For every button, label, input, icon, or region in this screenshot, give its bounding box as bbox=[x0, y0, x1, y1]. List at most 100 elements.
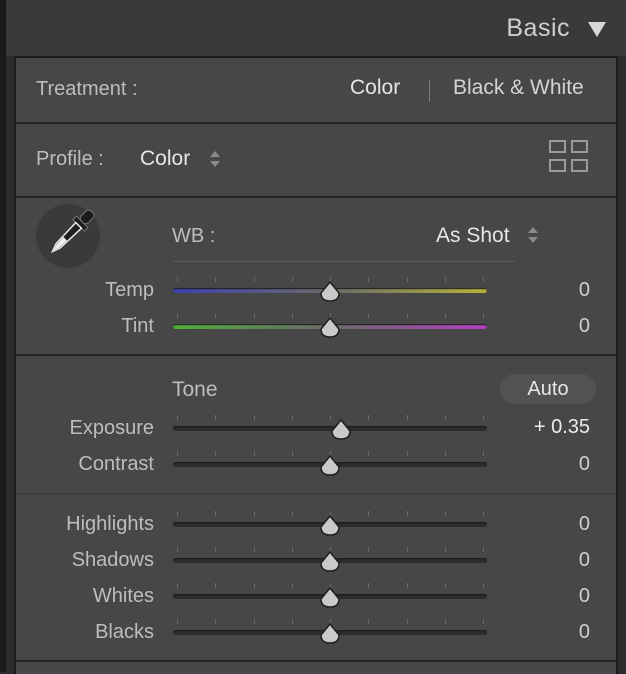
wb-value[interactable]: As Shot bbox=[436, 224, 510, 248]
slider-thumb-icon[interactable] bbox=[318, 281, 342, 303]
slider-tick bbox=[483, 619, 484, 624]
slider-tick bbox=[407, 547, 408, 552]
slider-thumb-icon[interactable] bbox=[318, 455, 342, 477]
slider-tick bbox=[483, 547, 484, 552]
slider-tick bbox=[292, 313, 293, 318]
slider-tick bbox=[177, 313, 178, 318]
slider-tick bbox=[177, 547, 178, 552]
divider bbox=[16, 493, 616, 494]
slider-tick bbox=[368, 277, 369, 282]
slider-thumb-icon[interactable] bbox=[318, 317, 342, 339]
panel-header[interactable]: Basic bbox=[6, 0, 626, 56]
slider-tick bbox=[445, 583, 446, 588]
slider-thumb-icon[interactable] bbox=[318, 623, 342, 645]
treatment-bw-option[interactable]: Black & White bbox=[453, 76, 584, 100]
contrast-slider[interactable] bbox=[173, 451, 487, 478]
exposure-slider[interactable] bbox=[173, 415, 487, 442]
wb-stepper-icon[interactable] bbox=[527, 226, 539, 244]
slider-thumb-icon[interactable] bbox=[318, 515, 342, 537]
slider-tick bbox=[292, 619, 293, 624]
highlights-label: Highlights bbox=[66, 513, 154, 535]
slider-tick bbox=[483, 583, 484, 588]
exposure-value[interactable]: + 0.35 bbox=[534, 416, 590, 439]
slider-tick bbox=[254, 415, 255, 420]
wb-underline bbox=[173, 261, 515, 262]
exposure-label: Exposure bbox=[69, 417, 155, 439]
grid-icon[interactable] bbox=[549, 140, 589, 174]
slider-tick bbox=[368, 313, 369, 318]
slider-tick bbox=[177, 619, 178, 624]
slider-thumb-icon[interactable] bbox=[318, 587, 342, 609]
slider-tick bbox=[292, 583, 293, 588]
wb-label: WB : bbox=[172, 225, 216, 247]
slider-tick bbox=[215, 547, 216, 552]
divider bbox=[16, 660, 616, 662]
slider-tick bbox=[368, 511, 369, 516]
treatment-color-option[interactable]: Color bbox=[350, 76, 400, 100]
temp-value[interactable]: 0 bbox=[579, 279, 590, 302]
slider-tick bbox=[445, 547, 446, 552]
slider-tick bbox=[177, 583, 178, 588]
highlights-value[interactable]: 0 bbox=[579, 513, 590, 536]
blacks-label: Blacks bbox=[95, 621, 154, 643]
slider-tick bbox=[407, 511, 408, 516]
slider-tick bbox=[407, 583, 408, 588]
slider-tick bbox=[215, 451, 216, 456]
slider-tick bbox=[177, 415, 178, 420]
treatment-label: Treatment : bbox=[36, 78, 138, 100]
slider-tick bbox=[215, 583, 216, 588]
profile-label: Profile : bbox=[36, 148, 104, 170]
slider-tick bbox=[445, 277, 446, 282]
slider-thumb-icon[interactable] bbox=[318, 551, 342, 573]
divider bbox=[16, 354, 616, 356]
whites-value[interactable]: 0 bbox=[579, 585, 590, 608]
auto-button[interactable]: Auto bbox=[500, 374, 596, 404]
slider-tick bbox=[368, 619, 369, 624]
slider-tick bbox=[215, 415, 216, 420]
slider-tick bbox=[254, 511, 255, 516]
tint-slider[interactable] bbox=[173, 313, 487, 340]
slider-tick bbox=[254, 451, 255, 456]
slider-tick bbox=[177, 277, 178, 282]
slider-tick bbox=[215, 619, 216, 624]
slider-tick bbox=[407, 415, 408, 420]
slider-tick bbox=[483, 277, 484, 282]
slider-tick bbox=[215, 277, 216, 282]
slider-tick bbox=[215, 313, 216, 318]
slider-tick bbox=[445, 451, 446, 456]
slider-tick bbox=[483, 313, 484, 318]
triangle-down-icon[interactable] bbox=[586, 20, 608, 38]
divider bbox=[16, 122, 616, 124]
slider-tick bbox=[483, 415, 484, 420]
slider-tick bbox=[445, 619, 446, 624]
slider-thumb-icon[interactable] bbox=[329, 419, 353, 441]
eyedropper-icon[interactable] bbox=[36, 204, 100, 268]
profile-stepper-icon[interactable] bbox=[209, 150, 221, 168]
profile-value[interactable]: Color bbox=[140, 147, 190, 171]
whites-label: Whites bbox=[92, 585, 154, 607]
temp-slider[interactable] bbox=[173, 277, 487, 304]
whites-slider[interactable] bbox=[173, 583, 487, 610]
slider-tick bbox=[368, 451, 369, 456]
slider-tick bbox=[254, 619, 255, 624]
contrast-value[interactable]: 0 bbox=[579, 453, 590, 476]
blacks-value[interactable]: 0 bbox=[579, 621, 590, 644]
shadows-value[interactable]: 0 bbox=[579, 549, 590, 572]
wb-picker[interactable] bbox=[36, 204, 100, 268]
slider-tick bbox=[368, 415, 369, 420]
divider bbox=[16, 196, 616, 198]
panel-title: Basic bbox=[506, 14, 570, 42]
tint-value[interactable]: 0 bbox=[579, 315, 590, 338]
shadows-slider[interactable] bbox=[173, 547, 487, 574]
blacks-slider[interactable] bbox=[173, 619, 487, 646]
treatment-divider bbox=[429, 80, 430, 102]
slider-tick bbox=[292, 547, 293, 552]
slider-tick bbox=[292, 415, 293, 420]
tint-label: Tint bbox=[121, 315, 154, 337]
slider-tick bbox=[254, 313, 255, 318]
highlights-slider[interactable] bbox=[173, 511, 487, 538]
tone-label: Tone bbox=[172, 378, 218, 401]
slider-tick bbox=[445, 415, 446, 420]
slider-tick bbox=[177, 451, 178, 456]
basic-panel: Treatment : Color Black & White Profile … bbox=[14, 56, 618, 674]
